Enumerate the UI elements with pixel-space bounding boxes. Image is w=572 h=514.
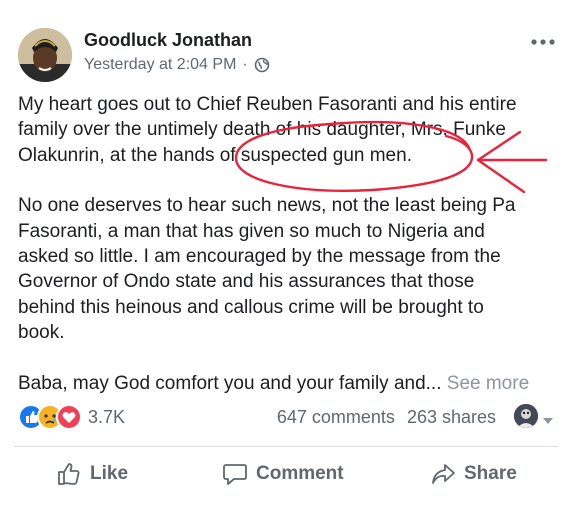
post-timestamp[interactable]: Yesterday at 2:04 PM xyxy=(84,56,236,74)
comments-count[interactable]: 647 comments xyxy=(277,407,395,427)
globe-icon[interactable] xyxy=(254,57,270,73)
post-paragraph-truncated: Baba, may God comfort you and your famil… xyxy=(18,371,558,396)
like-button[interactable]: Like xyxy=(56,460,128,488)
truncated-text: Baba, may God comfort you and your famil… xyxy=(18,372,447,394)
author-name[interactable]: Goodluck Jonathan xyxy=(84,30,252,51)
engagement-stats: 647 comments 263 shares xyxy=(277,407,496,428)
love-icon xyxy=(56,404,82,430)
author-avatar[interactable] xyxy=(18,28,72,82)
reaction-icons xyxy=(18,404,82,430)
share-icon xyxy=(432,464,455,484)
meta-separator: · xyxy=(242,56,248,73)
reaction-count[interactable]: 3.7K xyxy=(88,407,125,428)
comment-button[interactable]: Comment xyxy=(222,460,344,488)
facebook-post: Goodluck Jonathan Yesterday at 2:04 PM ·… xyxy=(0,0,572,514)
post-paragraph: No one deserves to hear such news, not t… xyxy=(18,195,516,344)
chevron-down-icon[interactable] xyxy=(542,412,554,424)
see-more-link[interactable]: See more xyxy=(447,373,529,394)
thumbs-up-icon xyxy=(58,463,80,485)
more-options-icon[interactable] xyxy=(530,34,556,45)
share-label: Share xyxy=(464,463,517,484)
reactions-summary[interactable]: 3.7K xyxy=(18,404,125,430)
post-paragraph: My heart goes out to Chief Reuben Fasora… xyxy=(18,94,517,166)
comment-icon xyxy=(223,464,247,485)
like-label: Like xyxy=(90,463,129,484)
comment-label: Comment xyxy=(256,463,344,484)
shares-count[interactable]: 263 shares xyxy=(407,407,496,427)
post-meta: Yesterday at 2:04 PM · xyxy=(84,56,270,74)
actions-divider xyxy=(14,446,558,447)
share-button[interactable]: Share xyxy=(430,460,517,488)
post-text: My heart goes out to Chief Reuben Fasora… xyxy=(18,92,558,396)
viewer-avatar[interactable] xyxy=(514,404,538,428)
